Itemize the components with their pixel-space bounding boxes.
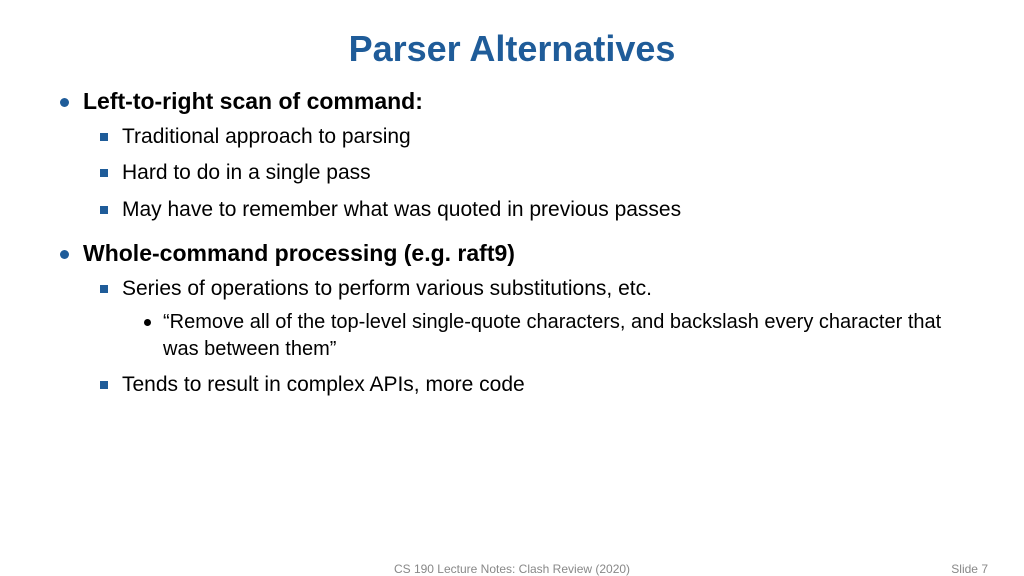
list-item: Traditional approach to parsing [100, 123, 964, 151]
slide-title: Parser Alternatives [0, 0, 1024, 88]
bullet-dot-icon [144, 319, 151, 326]
bullet-square-icon [100, 169, 108, 177]
section-heading: Whole-command processing (e.g. raft9) [83, 240, 515, 267]
list-item: Hard to do in a single pass [100, 159, 964, 187]
subitem-text: “Remove all of the top-level single-quot… [163, 309, 964, 363]
item-text: Series of operations to perform various … [122, 275, 652, 303]
list-item: Series of operations to perform various … [100, 275, 964, 363]
section-heading: Left-to-right scan of command: [83, 88, 423, 115]
sub-list-item: “Remove all of the top-level single-quot… [144, 309, 964, 363]
item-text: Tends to result in complex APIs, more co… [122, 371, 525, 399]
bullet-square-icon [100, 285, 108, 293]
list-item: Tends to result in complex APIs, more co… [100, 371, 964, 399]
bullet-square-icon [100, 381, 108, 389]
bullet-disc-icon [60, 98, 69, 107]
bullet-disc-icon [60, 250, 69, 259]
bullet-square-icon [100, 133, 108, 141]
footer-slide-number: Slide 7 [951, 562, 988, 576]
item-text: May have to remember what was quoted in … [122, 196, 681, 224]
item-text: Hard to do in a single pass [122, 159, 371, 187]
section-1: Whole-command processing (e.g. raft9) Se… [60, 240, 964, 400]
slide-content: Left-to-right scan of command: Tradition… [0, 88, 1024, 400]
section-0: Left-to-right scan of command: Tradition… [60, 88, 964, 224]
item-text: Traditional approach to parsing [122, 123, 411, 151]
footer-center-text: CS 190 Lecture Notes: Clash Review (2020… [394, 562, 630, 576]
list-item: May have to remember what was quoted in … [100, 196, 964, 224]
bullet-square-icon [100, 206, 108, 214]
